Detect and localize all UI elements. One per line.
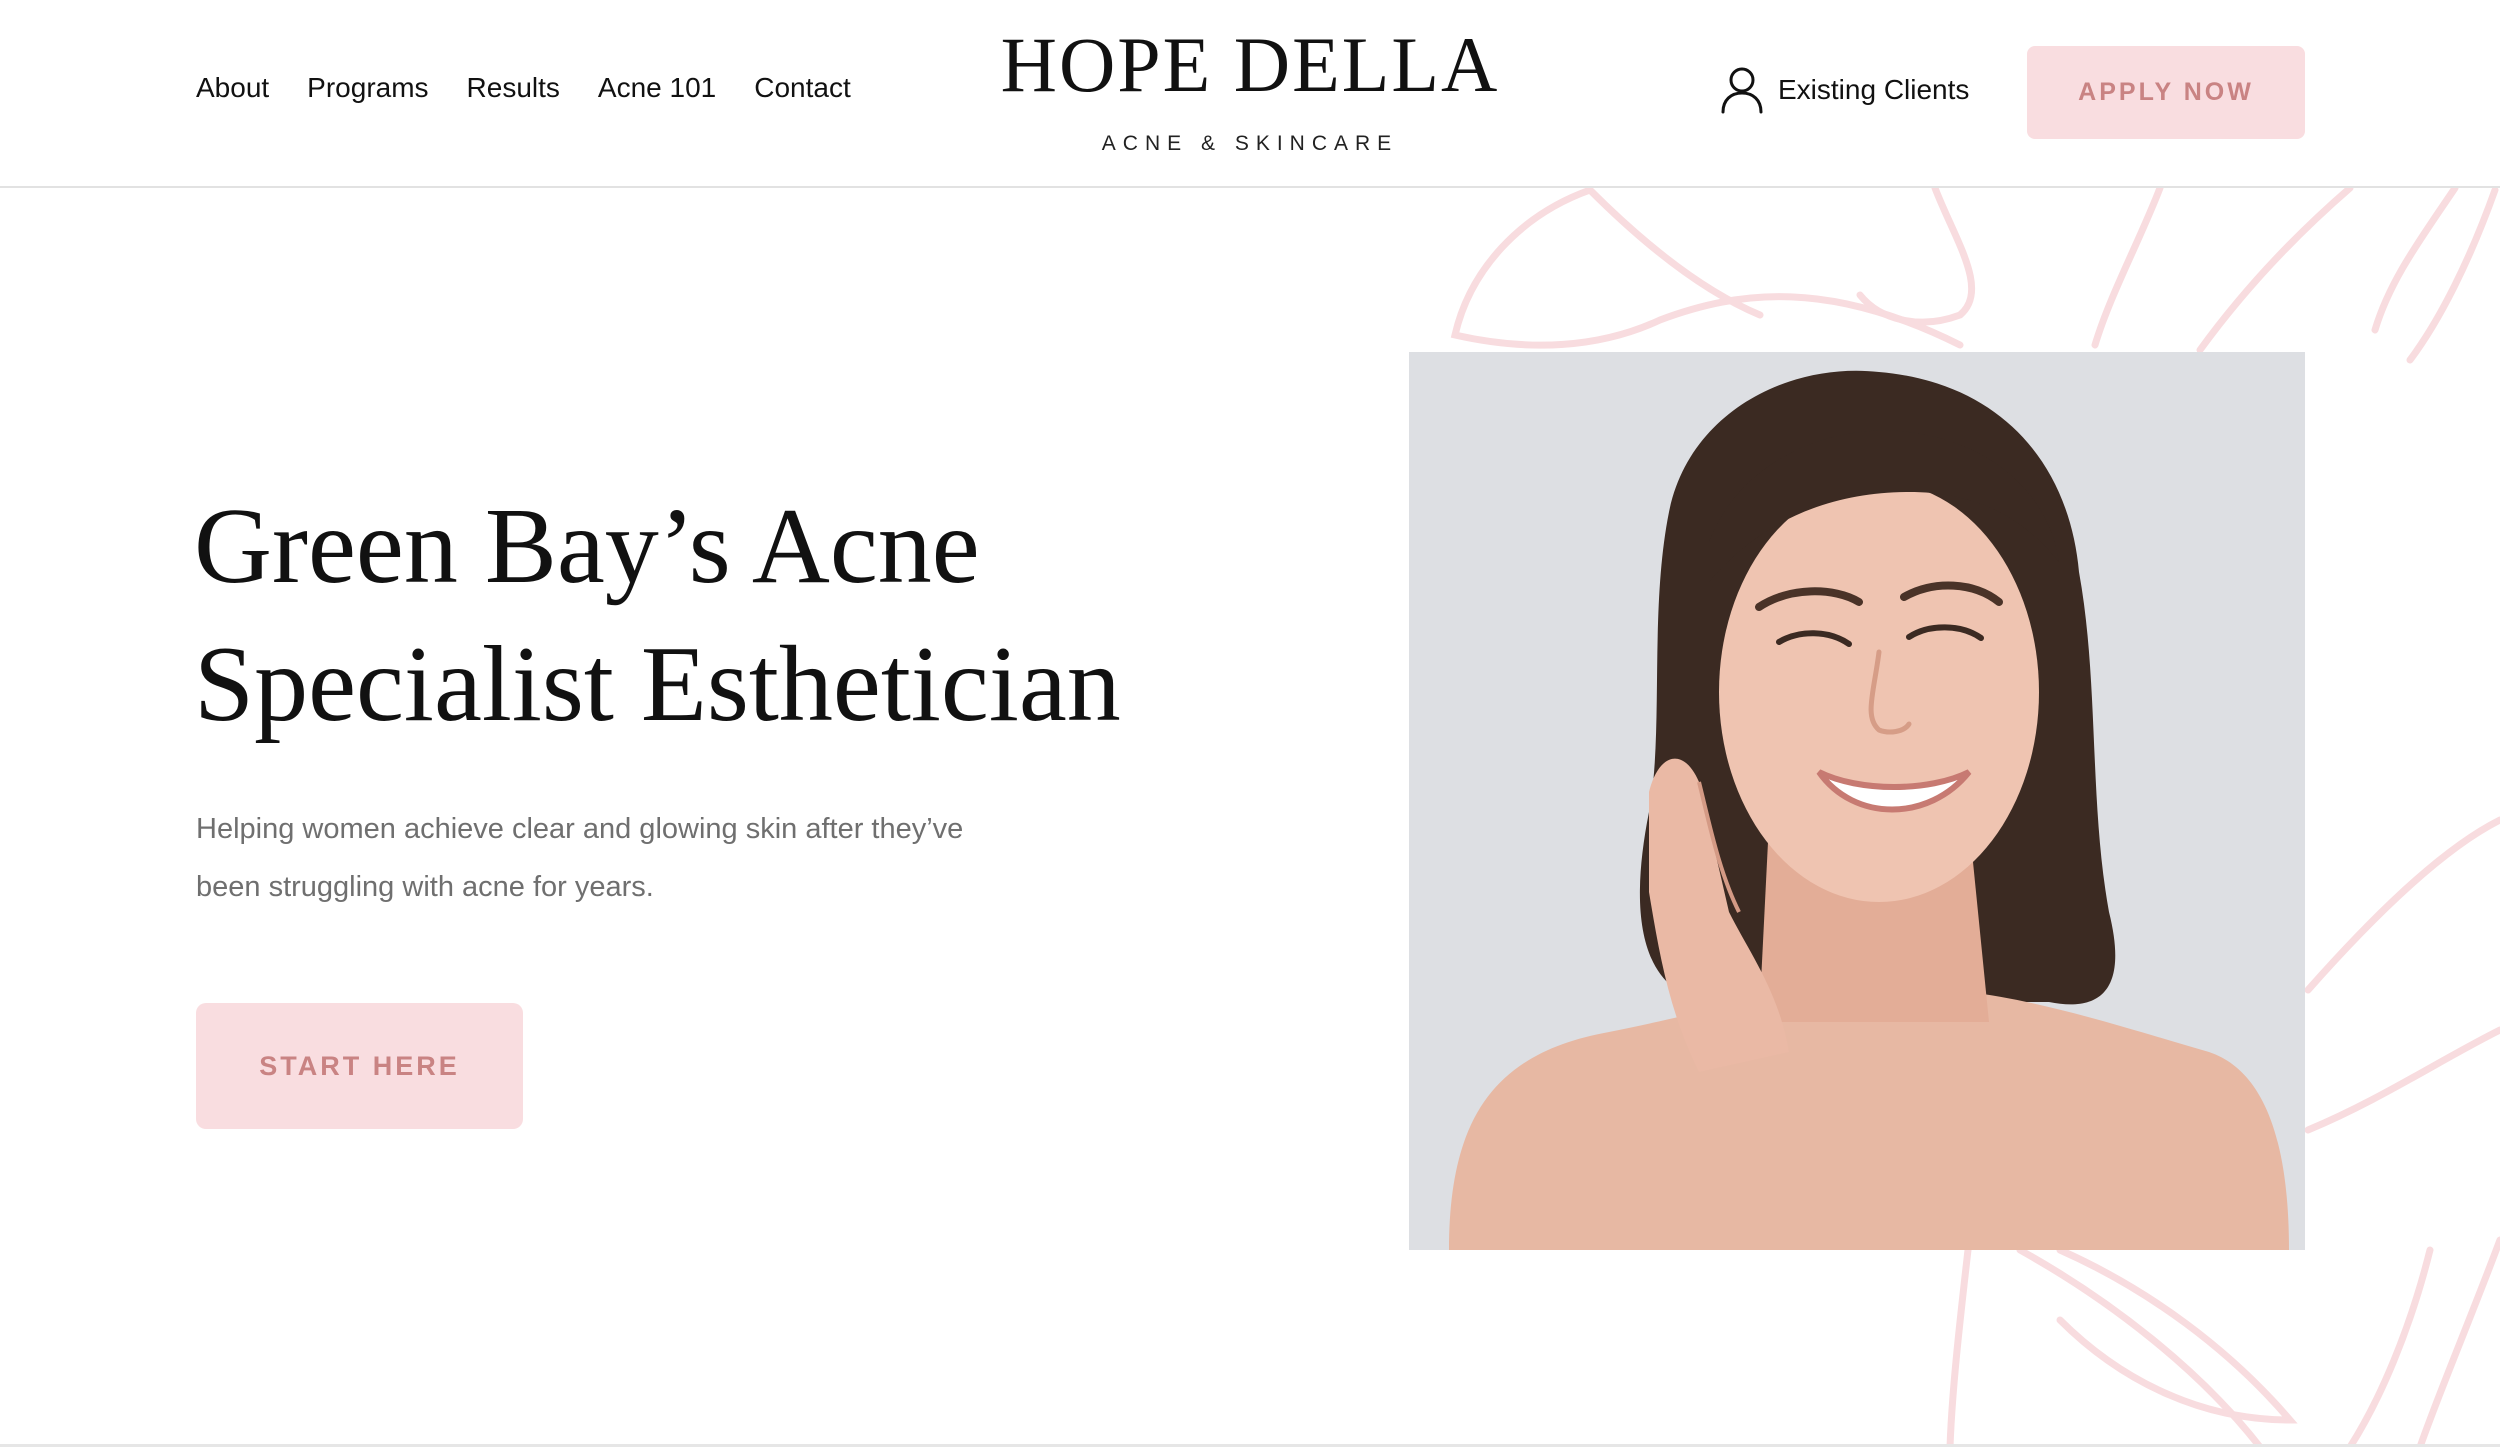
nav-link-acne-101[interactable]: Acne 101 bbox=[598, 72, 716, 104]
hero-headline-line-2: Specialist Esthetician bbox=[194, 625, 1121, 744]
existing-clients-label: Existing Clients bbox=[1778, 74, 1970, 105]
hero-subtext-line-1: Helping women achieve clear and glowing … bbox=[196, 813, 964, 845]
apply-now-button[interactable]: APPLY NOW bbox=[2027, 46, 2305, 139]
hero-portrait-photo bbox=[1409, 352, 2305, 1250]
hero-headline-line-1: Green Bay’s Acne bbox=[194, 487, 980, 606]
logo-subtitle: ACNE & SKINCARE bbox=[1101, 132, 1399, 155]
nav-link-about[interactable]: About bbox=[196, 72, 269, 104]
start-here-button[interactable]: START HERE bbox=[196, 1003, 523, 1129]
logo-title: HOPE DELLA bbox=[1000, 21, 1500, 108]
site-logo[interactable]: HOPE DELLA ACNE & SKINCARE bbox=[1000, 26, 1500, 156]
site-header: About Programs Results Acne 101 Contact … bbox=[0, 0, 2500, 188]
main-nav: About Programs Results Acne 101 Contact bbox=[196, 72, 851, 104]
portrait-illustration bbox=[1409, 352, 2305, 1250]
hero-section: Green Bay’s Acne Specialist Esthetician … bbox=[0, 188, 2500, 1447]
user-icon bbox=[1721, 67, 1763, 114]
hero-subtext: Helping women achieve clear and glowing … bbox=[196, 800, 1096, 916]
hero-subtext-line-2: been struggling with acne for years. bbox=[196, 871, 654, 903]
hero-headline: Green Bay’s Acne Specialist Esthetician bbox=[194, 478, 1194, 754]
nav-link-programs[interactable]: Programs bbox=[307, 72, 428, 104]
nav-link-results[interactable]: Results bbox=[467, 72, 560, 104]
existing-clients-link[interactable]: Existing Clients bbox=[1720, 62, 1969, 118]
nav-link-contact[interactable]: Contact bbox=[754, 72, 851, 104]
